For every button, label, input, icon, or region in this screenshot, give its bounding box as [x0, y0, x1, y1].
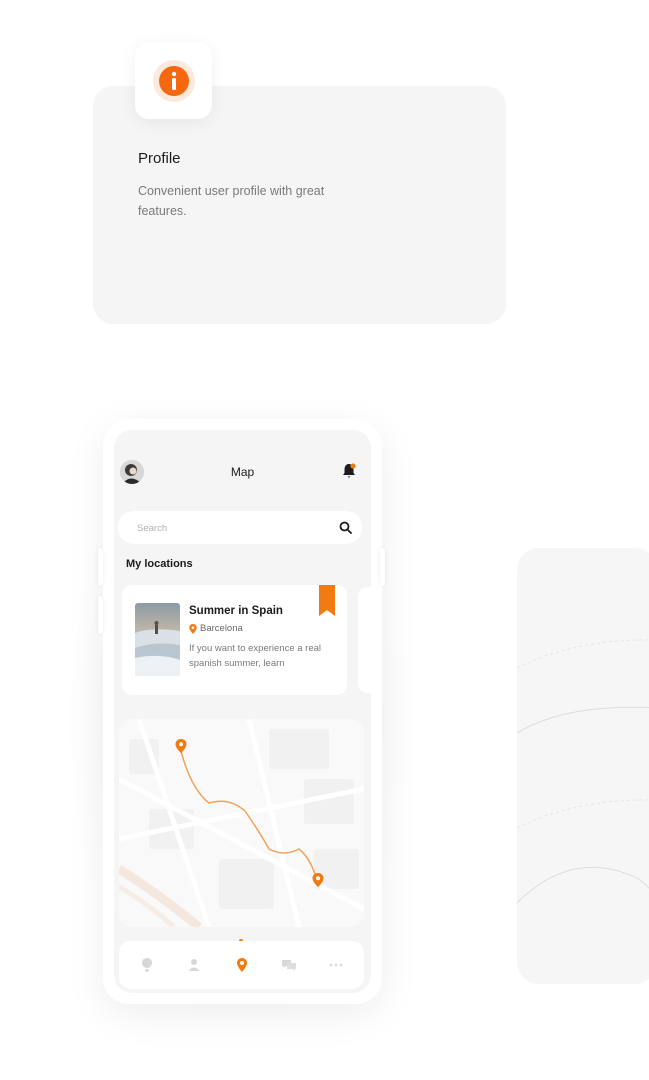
tab-bar [119, 941, 364, 989]
location-card[interactable]: Summer in Spain Barcelona If you want to… [122, 585, 347, 695]
more-icon[interactable] [328, 957, 344, 973]
search-icon[interactable] [339, 521, 352, 534]
page-title: Map [230, 465, 255, 479]
location-place-label: Barcelona [200, 623, 243, 634]
section-title: My locations [126, 558, 193, 570]
decorative-curves [516, 639, 649, 904]
location-pin-icon[interactable] [234, 957, 250, 973]
location-title: Summer in Spain [189, 605, 283, 617]
user-icon[interactable] [186, 957, 202, 973]
balloon-icon[interactable] [139, 957, 155, 973]
bookmark-icon[interactable] [319, 585, 335, 616]
next-location-card[interactable] [358, 587, 371, 693]
feature-icon-tile [135, 42, 212, 119]
search-bar [118, 511, 362, 546]
location-pin-icon [189, 623, 197, 634]
chat-icon[interactable] [281, 957, 297, 973]
search-input[interactable] [135, 511, 329, 546]
location-place: Barcelona [189, 623, 243, 634]
location-photo [135, 603, 180, 676]
background-panel [516, 548, 649, 984]
bell-icon[interactable] [341, 462, 357, 480]
feature-title: Profile [138, 150, 181, 167]
app-screen: Map My locations [114, 430, 371, 993]
location-description: If you want to experience a real spanish… [189, 643, 322, 669]
feature-description: Convenient user profile with great featu… [138, 184, 325, 218]
volume-up-button [98, 548, 103, 586]
info-icon [152, 59, 195, 102]
map-view[interactable] [119, 719, 364, 927]
volume-down-button [98, 596, 103, 634]
map-canvas [119, 719, 364, 927]
power-button [380, 548, 385, 586]
